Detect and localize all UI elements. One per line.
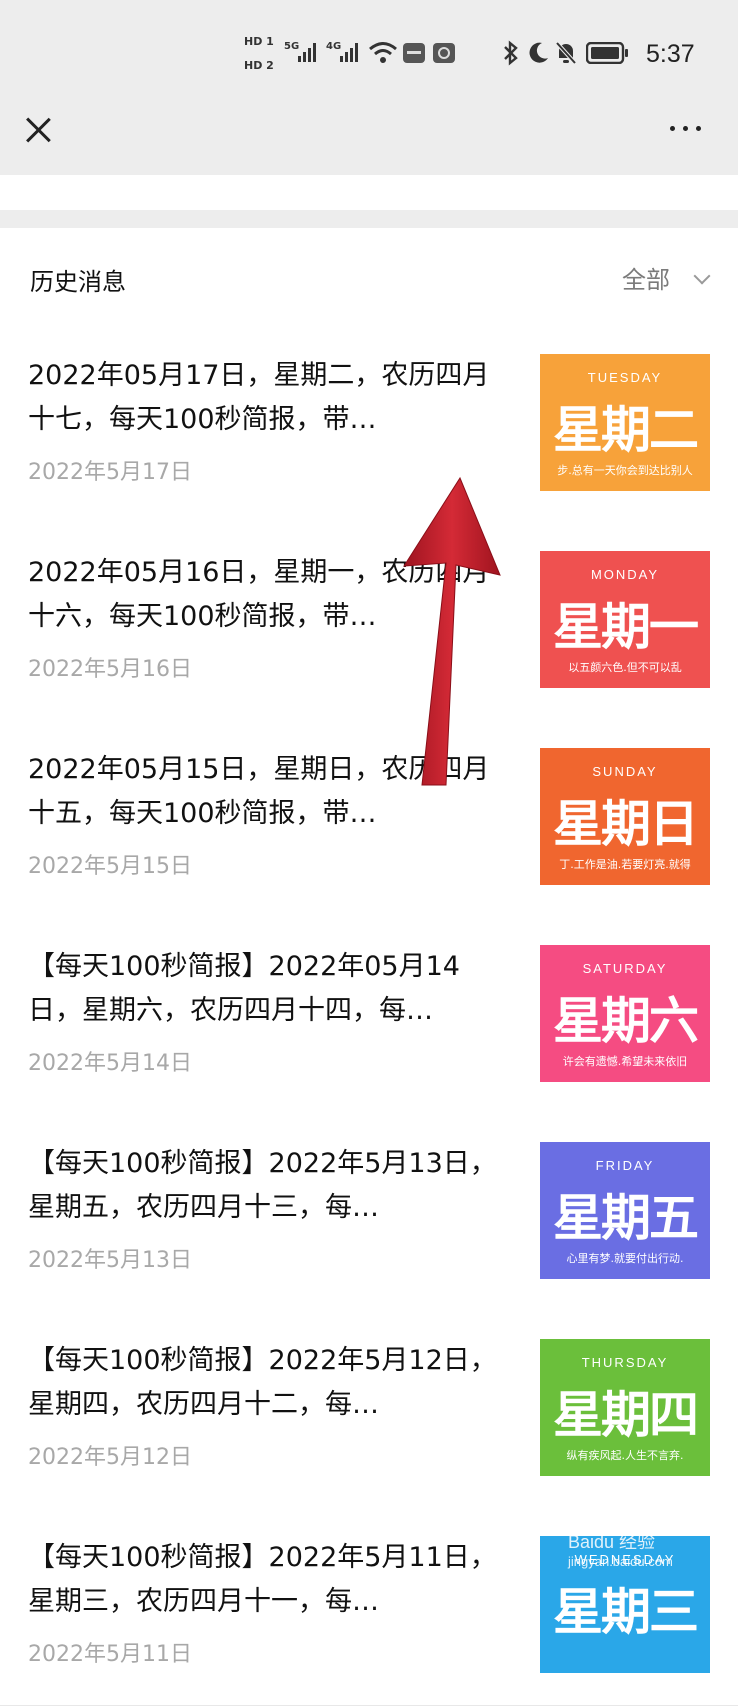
battery-icon [586,42,628,64]
list-item[interactable]: 【每天100秒简报】2022年5月13日，星期五，农历四月十三，每… 2022年… [0,1114,738,1312]
item-date: 2022年5月13日 [28,1248,192,1273]
item-date: 2022年5月14日 [28,1051,192,1076]
thumb-weekday-en: SATURDAY [582,961,668,976]
item-thumbnail: THURSDAY 星期四 纵有疾风起.人生不言弃. [540,1339,710,1476]
bluetooth-icon [504,40,518,66]
item-title: 2022年05月16日，星期一，农历四月十六，每天100秒简报，带… [28,557,490,632]
watermark-logo: Baidu 经验 [568,1532,656,1552]
item-thumbnail: MONDAY 星期一 以五颜六色.但不可以乱 [540,551,710,688]
item-title: 【每天100秒简报】2022年5月12日，星期四，农历四月十二，每… [28,1345,497,1420]
thumb-weekday-en: TUESDAY [587,370,663,385]
thumb-weekday: 星期四 [553,1385,699,1444]
watermark-url: jingyan.baidu.com [568,1554,673,1569]
thumb-weekday-en: SUNDAY [592,764,658,779]
thumb-weekday: 星期二 [553,400,699,459]
signal-4g-icon: 4G [326,41,358,62]
signal-5g-icon: 5G [284,41,316,62]
thumb-weekday: 星期一 [553,597,699,656]
divider [0,210,738,228]
thumb-caption: 纵有疾风起.人生不言弃. [566,1449,684,1462]
hd2-indicator: HD 2 [244,59,274,72]
thumb-weekday-en: THURSDAY [581,1355,669,1370]
list-item[interactable]: 2022年05月17日，星期二，农历四月十七，每天100秒简报，带… 2022年… [0,326,738,524]
thumb-caption: 步.总有一天你会到达比别人 [557,464,693,477]
history-title: 历史消息 [30,268,126,296]
filter-dropdown[interactable]: 全部 [622,260,670,295]
thumb-weekday: 星期五 [553,1188,699,1247]
chevron-down-icon[interactable] [693,267,711,285]
item-thumbnail: FRIDAY 星期五 心里有梦.就要付出行动. [540,1142,710,1279]
thumb-caption: 以五颜六色.但不可以乱 [568,661,682,674]
thumb-caption: 心里有梦.就要付出行动. [566,1252,684,1265]
bell-muted-icon [555,41,577,65]
item-date: 2022年5月15日 [28,854,192,879]
item-title: 2022年05月17日，星期二，农历四月十七，每天100秒简报，带… [28,360,490,435]
thumb-weekday: 星期六 [553,991,699,1050]
top-bar: HD 1 HD 2 5G 4G 5:37 [0,0,738,175]
close-icon[interactable] [24,116,52,144]
thumb-weekday-en: MONDAY [590,567,660,582]
more-icon[interactable] [668,118,704,138]
item-title: 2022年05月15日，星期日，农历四月十五，每天100秒简报，带… [28,754,490,829]
sina-app-icon [433,43,455,63]
thumb-weekday-en: FRIDAY [595,1158,655,1173]
item-thumbnail: SATURDAY 星期六 许会有遗憾.希望未来依旧 [540,945,710,1082]
watermark: Baidu 经验 jingyan.baidu.com [568,1528,673,1569]
item-title: 【每天100秒简报】2022年5月11日，星期三，农历四月十一，每… [28,1542,497,1617]
spacer [0,175,738,210]
item-thumbnail: TUESDAY 星期二 步.总有一天你会到达比别人 [540,354,710,491]
item-title: 【每天100秒简报】2022年05月14日，星期六，农历四月十四，每… [28,951,460,1026]
list-item[interactable]: 【每天100秒简报】2022年05月14日，星期六，农历四月十四，每… 2022… [0,917,738,1115]
clock: 5:37 [646,40,695,68]
item-date: 2022年5月11日 [28,1642,192,1667]
item-thumbnail: SUNDAY 星期日 丁.工作是油.若要灯亮.就得 [540,748,710,885]
net1-label: 5G [284,41,299,52]
list-item[interactable]: 2022年05月15日，星期日，农历四月十五，每天100秒简报，带… 2022年… [0,720,738,918]
wifi-icon [369,42,397,63]
list-item[interactable]: 2022年05月16日，星期一，农历四月十六，每天100秒简报，带… 2022年… [0,523,738,721]
item-date: 2022年5月17日 [28,460,192,485]
list-item[interactable]: 【每天100秒简报】2022年5月12日，星期四，农历四月十二，每… 2022年… [0,1311,738,1509]
moon-icon [529,42,548,63]
item-date: 2022年5月12日 [28,1445,192,1470]
net2-label: 4G [326,41,341,52]
item-date: 2022年5月16日 [28,657,192,682]
history-header: 历史消息 全部 [0,228,738,327]
thumb-weekday: 星期三 [553,1582,699,1641]
huawei-app-icon [403,43,425,63]
hd1-indicator: HD 1 [244,35,274,48]
thumb-weekday: 星期日 [553,794,699,853]
status-bar: HD 1 HD 2 5G 4G 5:37 [0,0,738,100]
item-title: 【每天100秒简报】2022年5月13日，星期五，农历四月十三，每… [28,1148,497,1223]
thumb-caption: 许会有遗憾.希望未来依旧 [562,1055,688,1068]
thumb-caption: 丁.工作是油.若要灯亮.就得 [559,858,691,871]
